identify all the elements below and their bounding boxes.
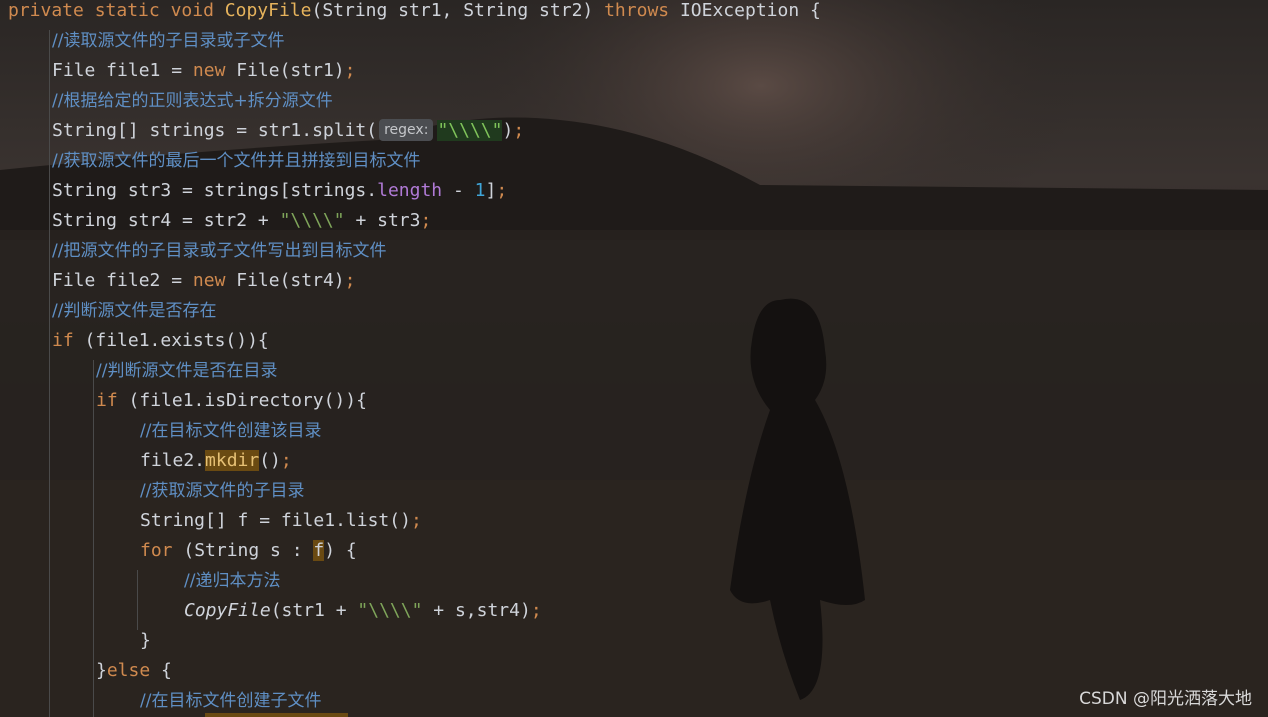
code-editor[interactable]: private static void CopyFile(String str1… (0, 0, 1268, 717)
code-text: String str3 = strings[strings. (52, 180, 378, 201)
semicolon: ; (280, 450, 292, 471)
string-literal: "\\\\" (357, 600, 423, 621)
code-text: String[] f = file1.list() (140, 510, 411, 531)
code-line: }else { (96, 656, 172, 686)
method-name: CopyFile (224, 0, 312, 21)
semicolon: ; (344, 60, 356, 81)
comment-text: //根据给定的正则表达式+拆分源文件 (52, 91, 333, 111)
highlighted-method: mkdir (205, 450, 260, 471)
code-text: (file1.isDirectory()){ (117, 390, 367, 411)
parameter-hint: regex: (379, 119, 434, 141)
method-call-italic: CopyFile (184, 600, 271, 621)
code-text: } (96, 660, 107, 681)
code-line: String str4 = str2 + "\\\\" + str3; (52, 206, 431, 236)
keyword: new (192, 60, 226, 81)
semicolon: ; (344, 270, 356, 291)
code-line: for (String s : f) { (140, 536, 357, 566)
semicolon: ; (420, 210, 432, 231)
keyword: private (8, 0, 84, 21)
code-line: String[] strings = str1.split(regex: "\\\… (52, 116, 524, 146)
code-text: ] (485, 180, 497, 201)
code-text: IOException { (669, 0, 821, 21)
code-text: File file2 = (52, 270, 193, 291)
code-comment: //读取源文件的子目录或子文件 (52, 26, 284, 56)
keyword: static (94, 0, 160, 21)
code-text: file2. (140, 450, 206, 471)
code-comment: //根据给定的正则表达式+拆分源文件 (52, 86, 333, 116)
keyword: new (192, 270, 226, 291)
string-literal: "\\\\" (437, 120, 503, 141)
comment-text: //读取源文件的子目录或子文件 (52, 31, 285, 51)
string-literal: "\\\\" (279, 210, 345, 231)
code-comment: //在目标文件创建该目录 (140, 416, 321, 446)
field-name: length (377, 180, 443, 201)
keyword: void (170, 0, 214, 21)
watermark-text: CSDN @阳光洒落大地 (1079, 689, 1252, 709)
keyword: throws (604, 0, 670, 21)
code-line: if (file1.exists()){ (52, 326, 269, 356)
code-line: CopyFile(str1 + "\\\\" + s,str4); (184, 596, 542, 626)
code-line: File file1 = new File(str1); (52, 56, 355, 86)
comment-text: //获取源文件的最后一个文件并且拼接到目标文件 (52, 151, 421, 171)
code-text: String[] strings = str1.split( (52, 120, 378, 141)
highlighted-variable: f (313, 540, 325, 561)
code-comment: //获取源文件的子目录 (140, 476, 304, 506)
code-line: if (file1.isDirectory()){ (96, 386, 367, 416)
code-text: (file1.exists()){ (73, 330, 269, 351)
comment-text: //判断源文件是否在目录 (96, 361, 278, 381)
code-text: { (150, 660, 172, 681)
code-comment: //把源文件的子目录或子文件写出到目标文件 (52, 236, 386, 266)
code-line: File file2 = new File(str4); (52, 266, 355, 296)
code-line: } (140, 626, 151, 656)
comment-text: //在目标文件创建该目录 (140, 421, 322, 441)
code-text: () (259, 450, 281, 471)
code-line: private static void CopyFile(String str1… (8, 0, 821, 26)
code-text: ) (502, 120, 514, 141)
code-line: file2.mkdir(); (140, 446, 292, 476)
keyword: if (52, 330, 74, 351)
keyword: for (140, 540, 173, 561)
code-text: File(str4) (225, 270, 345, 291)
code-comment: //判断源文件是否存在 (52, 296, 216, 326)
code-text: (String str1, String str2) (311, 0, 605, 21)
comment-text: //在目标文件创建子文件 (140, 691, 322, 711)
semicolon: ; (496, 180, 508, 201)
code-text: + str3 (344, 210, 421, 231)
code-text: } (140, 630, 151, 651)
highlight-fragment (205, 713, 348, 717)
code-text: String str4 = str2 + (52, 210, 280, 231)
code-line: String[] f = file1.list(); (140, 506, 422, 536)
code-text: File file1 = (52, 60, 193, 81)
comment-text: //判断源文件是否存在 (52, 301, 217, 321)
code-text: + s,str4) (422, 600, 531, 621)
keyword: if (96, 390, 118, 411)
comment-text: //获取源文件的子目录 (140, 481, 305, 501)
semicolon: ; (530, 600, 542, 621)
code-text: ) { (324, 540, 357, 561)
code-comment: //递归本方法 (184, 566, 280, 596)
code-text: (String s : (172, 540, 314, 561)
comment-text: //递归本方法 (184, 571, 281, 591)
number-literal: 1 (474, 180, 486, 201)
code-comment: //判断源文件是否在目录 (96, 356, 277, 386)
comment-text: //把源文件的子目录或子文件写出到目标文件 (52, 241, 387, 261)
semicolon: ; (513, 120, 525, 141)
code-comment: //获取源文件的最后一个文件并且拼接到目标文件 (52, 146, 420, 176)
semicolon: ; (410, 510, 422, 531)
code-line: String str3 = strings[strings.length - 1… (52, 176, 507, 206)
keyword: else (106, 660, 151, 681)
code-text: File(str1) (225, 60, 345, 81)
code-text: - (442, 180, 475, 201)
code-text: (str1 + (270, 600, 358, 621)
code-comment: //在目标文件创建子文件 (140, 686, 321, 716)
